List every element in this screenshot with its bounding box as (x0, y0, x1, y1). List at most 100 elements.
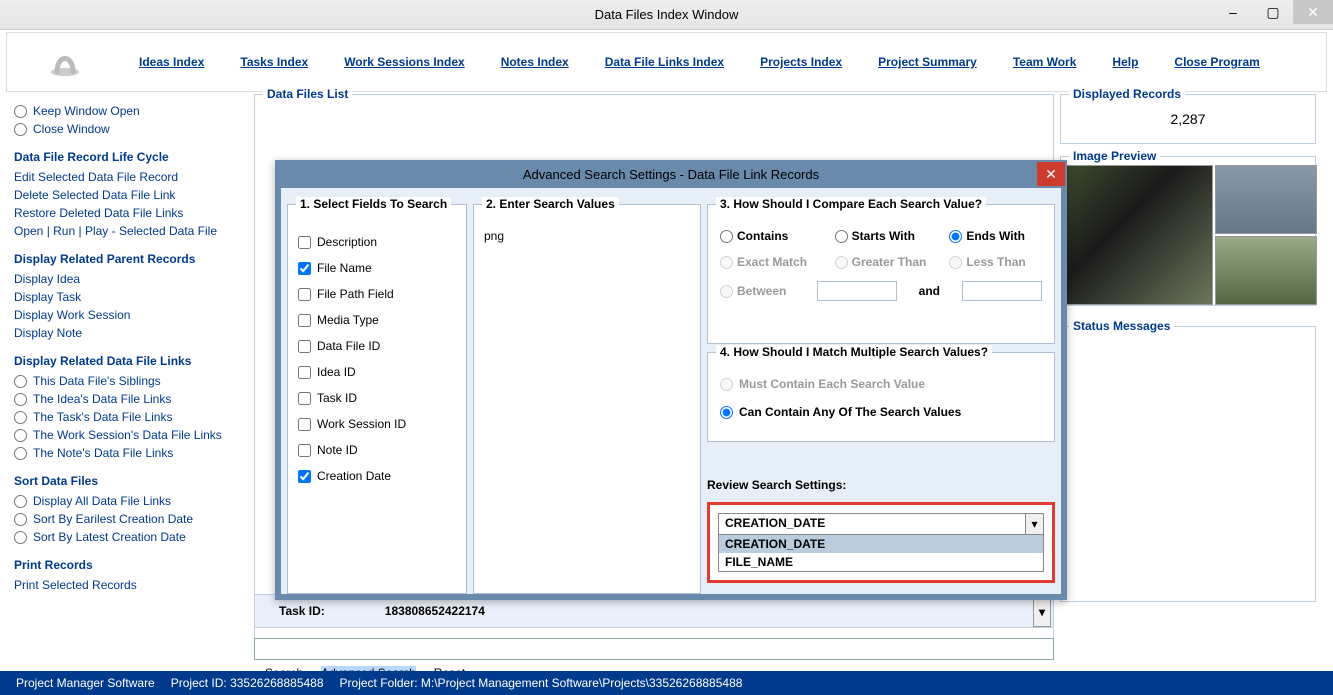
field-checkbox-0[interactable] (298, 236, 311, 249)
menu-project-summary[interactable]: Project Summary (878, 55, 977, 69)
field-checkbox-8[interactable] (298, 444, 311, 457)
preview-image-main (1061, 165, 1213, 305)
exact-match-radio (720, 256, 733, 269)
field-checkbox-4[interactable] (298, 340, 311, 353)
field-creation-date[interactable]: Creation Date (298, 469, 456, 483)
menu-ideas-index[interactable]: Ideas Index (139, 55, 204, 69)
list-scroll-down-button[interactable]: ▾ (1033, 597, 1051, 627)
match-group: 4. How Should I Match Multiple Search Va… (707, 352, 1055, 442)
close-window-radio[interactable] (14, 123, 27, 136)
review-option-creation-date[interactable]: CREATION_DATE (719, 535, 1043, 553)
status-messages: Status Messages (1060, 326, 1316, 602)
menu-team-work[interactable]: Team Work (1013, 55, 1077, 69)
sort-latest-label: Sort By Latest Creation Date (33, 530, 186, 544)
sort-earliest-radio[interactable] (14, 513, 27, 526)
and-label: and (919, 284, 940, 298)
exact-match-label: Exact Match (737, 255, 807, 269)
open-run-play-link[interactable]: Open | Run | Play - Selected Data File (14, 224, 242, 238)
field-label-5: Idea ID (317, 365, 356, 379)
menu-tasks-index[interactable]: Tasks Index (240, 55, 308, 69)
search-value-text: png (484, 229, 690, 243)
field-checkbox-3[interactable] (298, 314, 311, 327)
menu-help[interactable]: Help (1112, 55, 1138, 69)
print-selected-link[interactable]: Print Selected Records (14, 578, 242, 592)
field-label-2: File Path Field (317, 287, 394, 301)
display-task-link[interactable]: Display Task (14, 290, 242, 304)
menu-projects-index[interactable]: Projects Index (760, 55, 842, 69)
field-label-9: Creation Date (317, 469, 391, 483)
note-links-label: The Note's Data File Links (33, 446, 173, 460)
any-value-radio[interactable] (720, 406, 733, 419)
field-checkbox-5[interactable] (298, 366, 311, 379)
dialog-close-button[interactable]: ✕ (1037, 162, 1065, 186)
field-label-8: Note ID (317, 443, 358, 457)
delete-selected-link-link[interactable]: Delete Selected Data File Link (14, 188, 242, 202)
data-files-list-label: Data Files List (263, 87, 352, 101)
task-links-label: The Task's Data File Links (33, 410, 172, 424)
status-bar: Project Manager Software Project ID: 335… (0, 671, 1333, 695)
menu-close-program[interactable]: Close Program (1174, 55, 1259, 69)
review-label: Review Search Settings: (707, 478, 1055, 492)
display-all-radio[interactable] (14, 495, 27, 508)
menu-notes-index[interactable]: Notes Index (501, 55, 569, 69)
any-value-label: Can Contain Any Of The Search Values (739, 405, 961, 419)
menu-data-file-links-index[interactable]: Data File Links Index (605, 55, 724, 69)
between-from-input[interactable] (817, 281, 897, 301)
keep-window-open-label: Keep Window Open (33, 104, 140, 118)
sort-latest-radio[interactable] (14, 531, 27, 544)
ends-with-radio[interactable] (949, 230, 962, 243)
contains-radio[interactable] (720, 230, 733, 243)
field-file-name[interactable]: File Name (298, 261, 456, 275)
advanced-search-dialog: Advanced Search Settings - Data File Lin… (275, 160, 1067, 600)
restore-deleted-links-link[interactable]: Restore Deleted Data File Links (14, 206, 242, 220)
search-input[interactable] (254, 638, 1054, 660)
field-checkbox-1[interactable] (298, 262, 311, 275)
field-description[interactable]: Description (298, 235, 456, 249)
task-id-value: 183808652422174 (385, 604, 485, 618)
display-idea-link[interactable]: Display Idea (14, 272, 242, 286)
preview-image-small-2 (1215, 236, 1317, 305)
print-title: Print Records (14, 558, 242, 572)
field-label-7: Work Session ID (317, 417, 406, 431)
field-checkbox-7[interactable] (298, 418, 311, 431)
field-idea-id[interactable]: Idea ID (298, 365, 456, 379)
between-label: Between (737, 284, 786, 298)
siblings-radio[interactable] (14, 375, 27, 388)
close-window-label: Close Window (33, 122, 110, 136)
field-checkbox-9[interactable] (298, 470, 311, 483)
keep-window-open-radio[interactable] (14, 105, 27, 118)
enter-values-group: 2. Enter Search Values png (473, 204, 701, 594)
field-data-file-id[interactable]: Data File ID (298, 339, 456, 353)
task-id-label: Task ID: (279, 604, 325, 618)
idea-links-radio[interactable] (14, 393, 27, 406)
minimize-button[interactable]: – (1213, 0, 1253, 24)
menu-work-sessions-index[interactable]: Work Sessions Index (344, 55, 465, 69)
note-links-radio[interactable] (14, 447, 27, 460)
each-value-label: Must Contain Each Search Value (739, 377, 925, 391)
field-task-id[interactable]: Task ID (298, 391, 456, 405)
review-combobox[interactable]: CREATION_DATE ▾ (718, 513, 1044, 535)
left-panel: Keep Window Open Close Window Data File … (14, 104, 242, 596)
display-work-session-link[interactable]: Display Work Session (14, 308, 242, 322)
window-close-button[interactable]: ✕ (1293, 0, 1333, 24)
image-preview: Image Preview (1060, 156, 1316, 306)
task-links-radio[interactable] (14, 411, 27, 424)
field-work-session-id[interactable]: Work Session ID (298, 417, 456, 431)
compare-group: 3. How Should I Compare Each Search Valu… (707, 204, 1055, 344)
review-settings: Review Search Settings: CREATION_DATE ▾ … (707, 478, 1055, 583)
work-session-links-radio[interactable] (14, 429, 27, 442)
field-checkbox-2[interactable] (298, 288, 311, 301)
field-file-path-field[interactable]: File Path Field (298, 287, 456, 301)
maximize-button[interactable]: ▢ (1253, 0, 1293, 24)
display-note-link[interactable]: Display Note (14, 326, 242, 340)
chevron-down-icon[interactable]: ▾ (1025, 514, 1043, 534)
compare-legend: 3. How Should I Compare Each Search Valu… (716, 197, 986, 211)
field-media-type[interactable]: Media Type (298, 313, 456, 327)
between-to-input[interactable] (962, 281, 1042, 301)
review-selected: CREATION_DATE (719, 514, 1025, 534)
field-note-id[interactable]: Note ID (298, 443, 456, 457)
field-checkbox-6[interactable] (298, 392, 311, 405)
edit-selected-record-link[interactable]: Edit Selected Data File Record (14, 170, 242, 184)
starts-with-radio[interactable] (835, 230, 848, 243)
review-option-file-name[interactable]: FILE_NAME (719, 553, 1043, 571)
